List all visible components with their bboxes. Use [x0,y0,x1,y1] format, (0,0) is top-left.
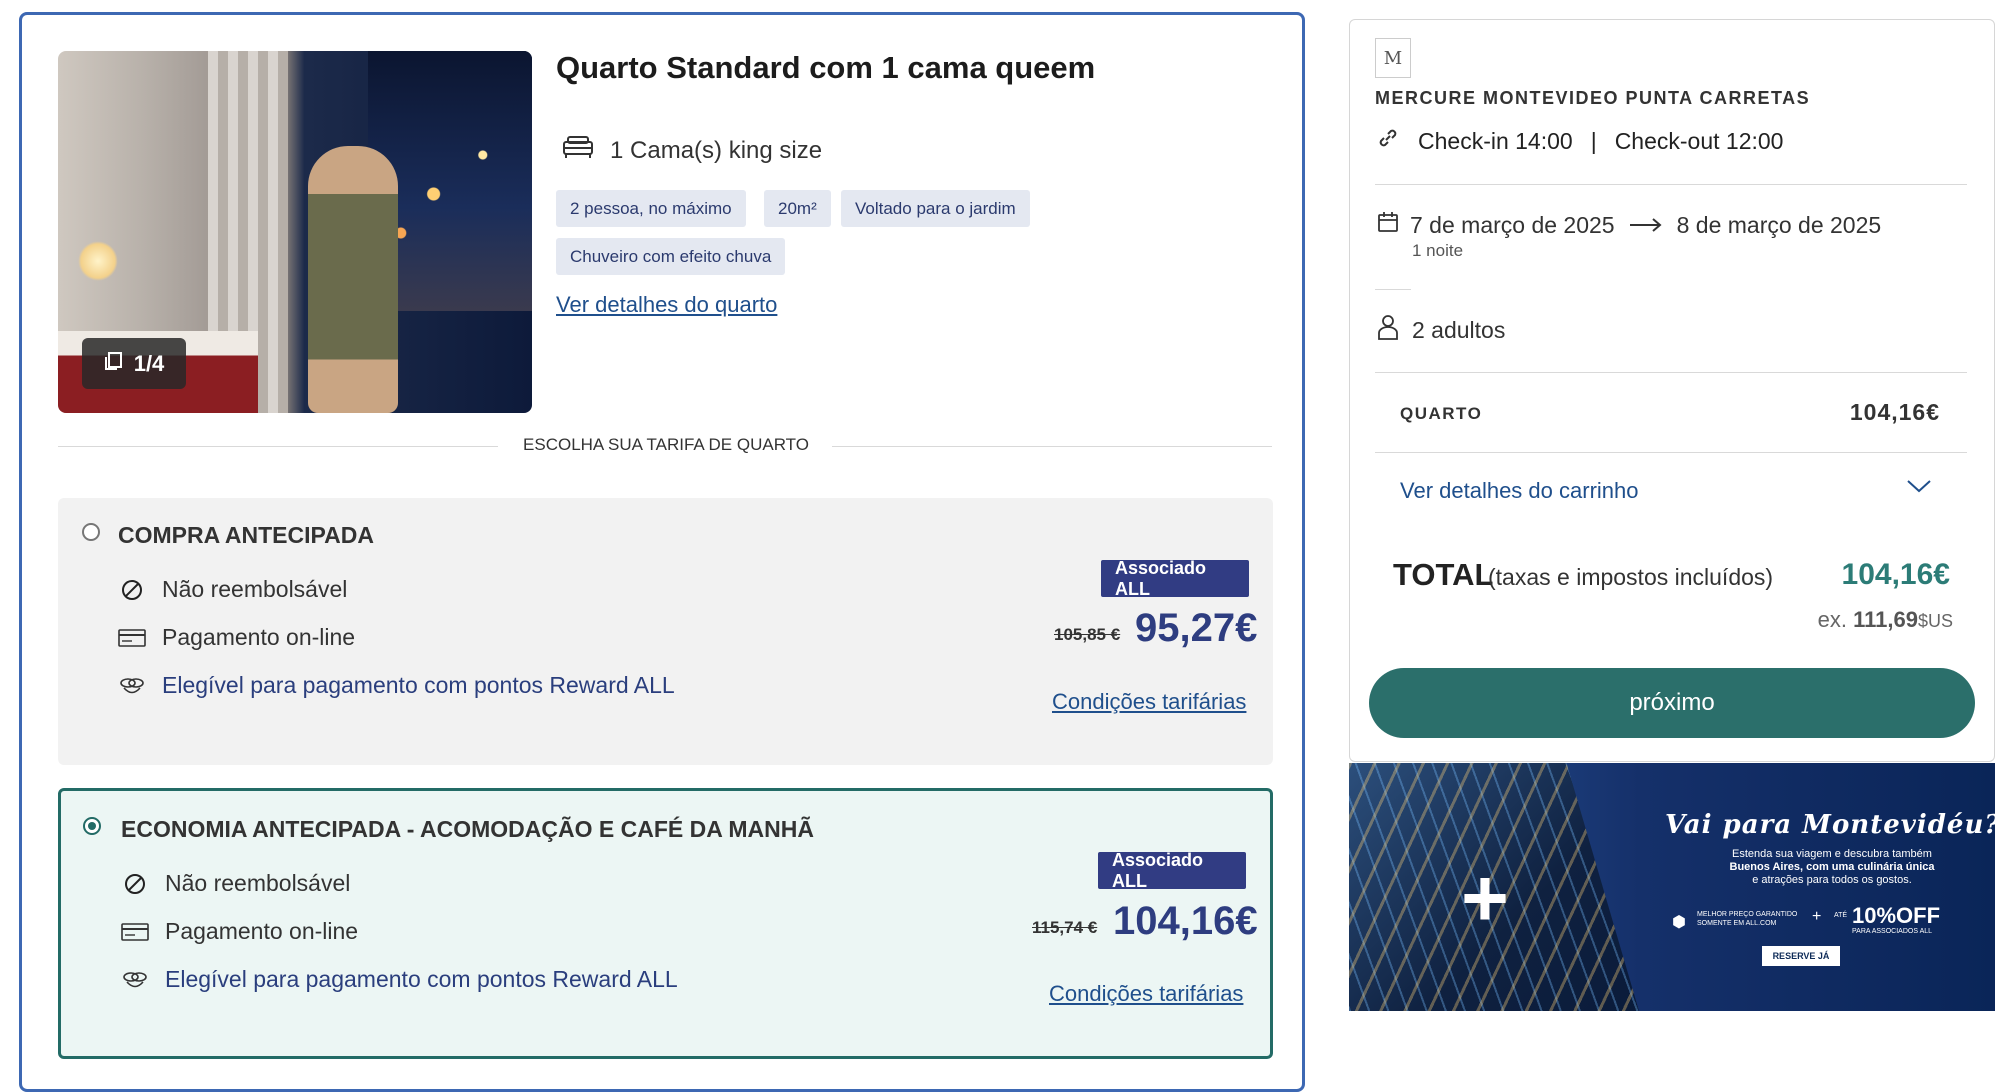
divider [832,446,1272,447]
total-note: (taxas e impostos incluídos) [1488,564,1774,590]
chip-capacity: 2 pessoa, no máximo [556,190,746,227]
divider [1375,184,1967,185]
link-icon [1376,126,1400,156]
room-title: Quarto Standard com 1 cama queem [556,50,1096,85]
rate-option-economia-antecipada[interactable]: ECONOMIA ANTECIPADA - ACOMODAÇÃO E CAFÉ … [58,788,1273,1059]
divider [1375,452,1967,453]
chevron-down-icon[interactable] [1906,478,1932,499]
reward-points-icon [118,675,146,697]
promo-line-1: Estenda sua viagem e descubra também [1732,848,1932,860]
old-price: 115,74 € [1032,918,1098,937]
rate-name: ECONOMIA ANTECIPADA - ACOMODAÇÃO E CAFÉ … [121,816,814,842]
rate-section-heading: ESCOLHA SUA TARIFA DE QUARTO [523,435,809,454]
arrow-right-icon [1629,212,1663,239]
chip-size: 20m² [764,190,831,227]
promo-banner[interactable]: + [1349,763,1995,1011]
hotel-name: MERCURE MONTEVIDEO PUNTA CARRETAS [1375,88,1811,108]
promo-offer: 10%OFF [1852,903,1941,928]
no-refund-icon [121,872,149,896]
chip-shower: Chuveiro com efeito chuva [556,238,786,275]
credit-card-icon [121,922,149,942]
feature-online-payment: Pagamento on-line [118,624,355,651]
promo-offer-note: PARA ASSOCIADOS ALL [1852,928,1933,935]
feature-online-payment: Pagamento on-line [121,918,358,945]
bed-label: 1 Cama(s) king size [610,136,823,164]
old-price: 105,85 € [1054,625,1121,644]
room-details-link[interactable]: Ver detalhes do quarto [556,292,777,318]
divider [1375,372,1967,373]
room-line-label: QUARTO [1400,404,1483,423]
date-from: 7 de março de 2025 [1410,211,1615,238]
photo-counter-label: 1/4 [133,350,165,376]
nights-count: 1 noite [1412,241,1464,260]
promo-guarantee: MELHOR PREÇO GARANTIDO SOMENTE EM ALL.CO… [1697,911,1798,928]
rate-radio-selected[interactable] [83,817,101,835]
person-icon [1376,314,1400,346]
total-converted-value: 111,69 [1853,607,1918,632]
total-label: TOTAL [1393,557,1494,592]
rate-radio[interactable] [82,523,100,541]
checkout-time: Check-out 12:00 [1614,127,1784,154]
total-price: 104,16€ [1841,558,1950,591]
rate-option-compra-antecipada[interactable]: COMPRA ANTECIPADA Não reembolsável Pagam… [58,498,1273,765]
promo-line-3: e atrações para todos os gostos. [1752,874,1912,886]
gallery-icon [104,351,124,377]
date-to: 8 de março de 2025 [1676,211,1882,238]
plus-icon: + [1461,853,1509,944]
member-badge: Associado ALL [1098,850,1246,891]
feature-non-refundable: Não reembolsável [121,870,350,897]
checkin-checkout: Check-in 14:00 | Check-out 12:00 [1376,126,1783,156]
separator: | [1590,127,1597,154]
room-line-price: 104,16€ [1849,399,1940,425]
member-badge: Associado ALL [1101,558,1249,599]
chip-view: Voltado para o jardim [841,190,1030,227]
promo-line-2: Buenos Aires, com uma culinária única [1729,861,1935,873]
rate-name: COMPRA ANTECIPADA [118,522,374,548]
credit-card-icon [118,628,146,648]
rate-price: 104,16€ [1113,899,1258,943]
feature-reward-points[interactable]: Elegível para pagamento com pontos Rewar… [121,966,678,993]
total-converted: ex. 111,69$US [1817,607,1953,632]
feature-reward-points[interactable]: Elegível para pagamento com pontos Rewar… [118,672,675,699]
rate-conditions-link[interactable]: Condições tarifárias [1052,689,1246,715]
photo-counter[interactable]: 1/4 [82,338,186,389]
rate-price: 95,27€ [1135,606,1258,650]
total-converted-currency: $US [1917,611,1953,631]
short-divider [1375,289,1411,290]
tag-icon: ⬢ [1672,914,1686,931]
promo-title: Vai para Montevidéu? [1665,810,2001,840]
bed-icon [562,134,594,167]
guests-label: 2 adultos [1412,316,1506,343]
stay-dates: 7 de março de 2025 8 de março de 2025 [1376,210,1881,240]
cart-details-link[interactable]: Ver detalhes do carrinho [1400,478,1639,504]
promo-offer-prefix: ATÉ [1834,912,1848,919]
calendar-icon [1376,210,1400,240]
hotel-logo-icon: M [1375,38,1411,78]
checkin-time: Check-in 14:00 [1418,127,1573,154]
next-button[interactable]: próximo [1369,668,1975,738]
bed-info: 1 Cama(s) king size [562,134,822,167]
no-refund-icon [118,578,146,602]
promo-reserve-button[interactable]: RESERVE JÁ [1762,946,1840,966]
divider [58,446,498,447]
reward-points-icon [121,969,149,991]
promo-plus: + [1812,908,1822,925]
guests: 2 adultos [1376,314,1505,346]
rate-conditions-link[interactable]: Condições tarifárias [1049,981,1243,1007]
feature-non-refundable: Não reembolsável [118,576,347,603]
